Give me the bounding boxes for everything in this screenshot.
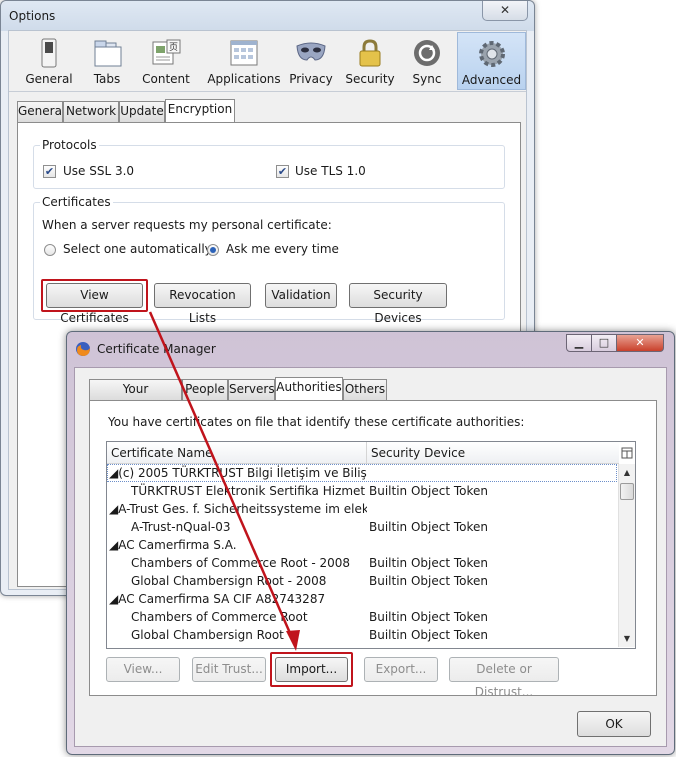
tree-row[interactable]: ◢(c) 2005 TÜRKTRUST Bilgi İletişim ve Bi… bbox=[107, 464, 617, 482]
export-button[interactable]: Export... bbox=[364, 657, 438, 682]
revocation-lists-button[interactable]: Revocation Lists bbox=[154, 283, 251, 325]
maximize-button[interactable]: □ bbox=[591, 334, 617, 352]
svg-text:页: 页 bbox=[169, 42, 178, 53]
authorities-description: You have certificates on file that ident… bbox=[108, 415, 525, 429]
tree-row[interactable]: ◢A-Trust Ges. f. Sicherheitssysteme im e… bbox=[107, 500, 617, 518]
tabs-icon bbox=[94, 40, 122, 67]
delete-or-distrust-button[interactable]: Delete or Distrust... bbox=[449, 657, 559, 699]
category-tabs[interactable]: Tabs bbox=[89, 32, 125, 90]
column-picker-icon[interactable] bbox=[621, 447, 633, 459]
category-advanced[interactable]: Advanced bbox=[457, 32, 526, 90]
certificate-manager-window: Certificate Manager ▁ □ ✕ Your Certifica… bbox=[66, 331, 675, 755]
select-automatically-radio[interactable] bbox=[44, 244, 56, 256]
ask-every-time-radio[interactable] bbox=[207, 244, 219, 256]
certificate-tree[interactable]: Certificate Name Security Device ◢(c) 20… bbox=[106, 441, 636, 649]
tree-row[interactable]: Global Chambersign Root - 2008 Builtin Ob… bbox=[107, 572, 617, 590]
certificates-title: Certificates bbox=[40, 195, 113, 209]
tree-row[interactable]: ◢AC Camerfirma SA CIF A82743287 bbox=[107, 590, 617, 608]
subtab-encryption[interactable]: Encryption bbox=[165, 99, 235, 122]
category-content[interactable]: 页 Content bbox=[133, 32, 199, 90]
category-applications[interactable]: Applications bbox=[203, 32, 285, 90]
scroll-thumb[interactable] bbox=[620, 483, 634, 500]
tab-authorities[interactable]: Authorities bbox=[275, 377, 343, 400]
tree-scrollbar[interactable]: ▲ ▼ bbox=[618, 464, 635, 647]
minimize-button[interactable]: ▁ bbox=[566, 334, 592, 352]
content-icon: 页 bbox=[152, 39, 181, 65]
category-privacy[interactable]: Privacy bbox=[285, 32, 337, 90]
category-general[interactable]: General bbox=[9, 32, 89, 90]
tab-others[interactable]: Others bbox=[343, 379, 387, 400]
view-certificates-button[interactable]: View Certificates bbox=[46, 283, 143, 325]
subtab-network[interactable]: Network bbox=[63, 101, 119, 122]
ok-button[interactable]: OK bbox=[577, 711, 651, 737]
tls-checkbox[interactable]: ✔ bbox=[276, 165, 289, 178]
select-automatically-label: Select one automatically bbox=[63, 242, 212, 256]
ask-every-time-label: Ask me every time bbox=[226, 242, 339, 256]
tree-row[interactable]: Global Chambersign Root Builtin Object To… bbox=[107, 626, 617, 644]
column-certificate-name[interactable]: Certificate Name bbox=[107, 442, 367, 464]
tls-label: Use TLS 1.0 bbox=[295, 164, 366, 178]
tree-row[interactable]: ◢AC Camerfirma S.A. bbox=[107, 536, 617, 554]
category-security[interactable]: Security bbox=[343, 32, 397, 90]
sync-icon bbox=[414, 40, 440, 66]
certificate-manager-close-button[interactable]: ✕ bbox=[616, 334, 664, 352]
subtab-update[interactable]: Update bbox=[119, 101, 165, 122]
tree-row[interactable]: TÜRKTRUST Elektronik Sertifika Hizmet Sa… bbox=[107, 482, 617, 500]
options-title: Options bbox=[9, 9, 56, 23]
ssl-checkbox[interactable]: ✔ bbox=[43, 165, 56, 178]
tree-row[interactable]: A-Trust-nQual-03 Builtin Object Token bbox=[107, 518, 617, 536]
switch-icon bbox=[41, 38, 57, 68]
applications-icon bbox=[230, 40, 258, 66]
authorities-panel: You have certificates on file that ident… bbox=[89, 400, 657, 699]
tree-row[interactable]: Chambers of Commerce Root Builtin Object … bbox=[107, 608, 617, 626]
column-security-device[interactable]: Security Device bbox=[367, 442, 619, 464]
import-button[interactable]: Import... bbox=[275, 657, 348, 682]
options-close-button[interactable]: ✕ bbox=[482, 1, 528, 21]
firefox-icon bbox=[76, 342, 90, 356]
tab-your-certificates[interactable]: Your Certificates bbox=[89, 379, 182, 415]
protocols-title: Protocols bbox=[40, 138, 99, 152]
security-devices-button[interactable]: Security Devices bbox=[349, 283, 447, 325]
certificate-manager-title: Certificate Manager bbox=[97, 342, 216, 356]
lock-icon bbox=[359, 39, 381, 67]
tab-servers[interactable]: Servers bbox=[228, 379, 275, 400]
edit-trust-button[interactable]: Edit Trust... bbox=[192, 657, 266, 682]
scroll-up-icon[interactable]: ▲ bbox=[619, 464, 635, 481]
validation-button[interactable]: Validation bbox=[265, 283, 337, 308]
gear-icon bbox=[478, 41, 505, 67]
category-separator bbox=[9, 91, 526, 92]
ssl-label: Use SSL 3.0 bbox=[63, 164, 135, 178]
view-button[interactable]: View... bbox=[106, 657, 180, 682]
certificate-manager-client: Your Certificates People Servers Authori… bbox=[74, 367, 667, 747]
subtab-general[interactable]: General bbox=[17, 101, 65, 122]
certificate-prompt: When a server requests my personal certi… bbox=[42, 218, 332, 232]
tree-row[interactable]: Chambers of Commerce Root - 2008 Builtin … bbox=[107, 554, 617, 572]
scroll-down-icon[interactable]: ▼ bbox=[619, 630, 635, 647]
category-sync[interactable]: Sync bbox=[403, 32, 451, 90]
mask-icon bbox=[296, 42, 326, 61]
tab-people[interactable]: People bbox=[182, 379, 228, 400]
options-titlebar[interactable]: Options ✕ bbox=[1, 1, 534, 31]
